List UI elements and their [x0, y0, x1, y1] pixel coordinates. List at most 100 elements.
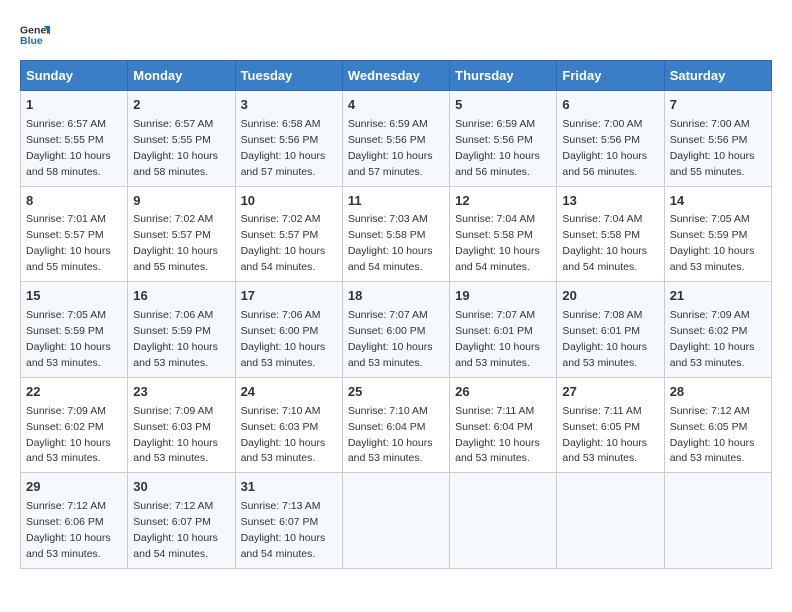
sunrise-info: Sunrise: 7:00 AM: [670, 118, 750, 130]
day-number: 8: [26, 192, 122, 211]
sunset-info: Sunset: 5:55 PM: [26, 134, 104, 146]
daylight-info: Daylight: 10 hours and 56 minutes.: [562, 150, 647, 178]
day-number: 23: [133, 383, 229, 402]
sunrise-info: Sunrise: 7:08 AM: [562, 309, 642, 321]
calendar-cell: 11Sunrise: 7:03 AMSunset: 5:58 PMDayligh…: [342, 186, 449, 282]
sunrise-info: Sunrise: 7:01 AM: [26, 213, 106, 225]
day-number: 1: [26, 96, 122, 115]
sunset-info: Sunset: 6:03 PM: [133, 421, 211, 433]
sunset-info: Sunset: 6:02 PM: [26, 421, 104, 433]
day-number: 7: [670, 96, 766, 115]
calendar-cell: [342, 473, 449, 569]
calendar-cell: 10Sunrise: 7:02 AMSunset: 5:57 PMDayligh…: [235, 186, 342, 282]
calendar-cell: 20Sunrise: 7:08 AMSunset: 6:01 PMDayligh…: [557, 282, 664, 378]
sunset-info: Sunset: 5:56 PM: [670, 134, 748, 146]
sunrise-info: Sunrise: 7:02 AM: [241, 213, 321, 225]
weekday-header-saturday: Saturday: [664, 61, 771, 91]
calendar-cell: [664, 473, 771, 569]
sunrise-info: Sunrise: 6:58 AM: [241, 118, 321, 130]
day-number: 27: [562, 383, 658, 402]
sunrise-info: Sunrise: 7:09 AM: [133, 405, 213, 417]
day-number: 19: [455, 287, 551, 306]
sunset-info: Sunset: 6:00 PM: [241, 325, 319, 337]
calendar-cell: 18Sunrise: 7:07 AMSunset: 6:00 PMDayligh…: [342, 282, 449, 378]
sunrise-info: Sunrise: 7:02 AM: [133, 213, 213, 225]
sunset-info: Sunset: 6:00 PM: [348, 325, 426, 337]
day-number: 18: [348, 287, 444, 306]
sunrise-info: Sunrise: 7:03 AM: [348, 213, 428, 225]
day-number: 31: [241, 478, 337, 497]
calendar-cell: 8Sunrise: 7:01 AMSunset: 5:57 PMDaylight…: [21, 186, 128, 282]
daylight-info: Daylight: 10 hours and 55 minutes.: [670, 150, 755, 178]
calendar-cell: 29Sunrise: 7:12 AMSunset: 6:06 PMDayligh…: [21, 473, 128, 569]
calendar-cell: 28Sunrise: 7:12 AMSunset: 6:05 PMDayligh…: [664, 377, 771, 473]
page-header: General Blue: [20, 20, 772, 50]
calendar-cell: 27Sunrise: 7:11 AMSunset: 6:05 PMDayligh…: [557, 377, 664, 473]
sunset-info: Sunset: 6:03 PM: [241, 421, 319, 433]
calendar-cell: 21Sunrise: 7:09 AMSunset: 6:02 PMDayligh…: [664, 282, 771, 378]
sunset-info: Sunset: 6:07 PM: [241, 516, 319, 528]
sunrise-info: Sunrise: 7:05 AM: [26, 309, 106, 321]
day-number: 13: [562, 192, 658, 211]
calendar-cell: 25Sunrise: 7:10 AMSunset: 6:04 PMDayligh…: [342, 377, 449, 473]
daylight-info: Daylight: 10 hours and 58 minutes.: [133, 150, 218, 178]
day-number: 9: [133, 192, 229, 211]
calendar-table: SundayMondayTuesdayWednesdayThursdayFrid…: [20, 60, 772, 569]
calendar-cell: 5Sunrise: 6:59 AMSunset: 5:56 PMDaylight…: [450, 91, 557, 187]
sunrise-info: Sunrise: 7:05 AM: [670, 213, 750, 225]
daylight-info: Daylight: 10 hours and 54 minutes.: [133, 532, 218, 560]
day-number: 29: [26, 478, 122, 497]
sunset-info: Sunset: 5:59 PM: [26, 325, 104, 337]
sunrise-info: Sunrise: 7:06 AM: [133, 309, 213, 321]
sunrise-info: Sunrise: 7:07 AM: [348, 309, 428, 321]
calendar-cell: 24Sunrise: 7:10 AMSunset: 6:03 PMDayligh…: [235, 377, 342, 473]
weekday-header-monday: Monday: [128, 61, 235, 91]
calendar-cell: 26Sunrise: 7:11 AMSunset: 6:04 PMDayligh…: [450, 377, 557, 473]
day-number: 3: [241, 96, 337, 115]
daylight-info: Daylight: 10 hours and 53 minutes.: [26, 341, 111, 369]
calendar-week-row: 29Sunrise: 7:12 AMSunset: 6:06 PMDayligh…: [21, 473, 772, 569]
calendar-cell: 9Sunrise: 7:02 AMSunset: 5:57 PMDaylight…: [128, 186, 235, 282]
weekday-header-friday: Friday: [557, 61, 664, 91]
daylight-info: Daylight: 10 hours and 53 minutes.: [670, 341, 755, 369]
daylight-info: Daylight: 10 hours and 54 minutes.: [241, 532, 326, 560]
sunset-info: Sunset: 5:57 PM: [241, 229, 319, 241]
sunset-info: Sunset: 6:06 PM: [26, 516, 104, 528]
daylight-info: Daylight: 10 hours and 54 minutes.: [348, 245, 433, 273]
sunset-info: Sunset: 6:07 PM: [133, 516, 211, 528]
sunset-info: Sunset: 6:05 PM: [562, 421, 640, 433]
sunset-info: Sunset: 6:04 PM: [348, 421, 426, 433]
calendar-cell: [557, 473, 664, 569]
sunrise-info: Sunrise: 6:59 AM: [348, 118, 428, 130]
daylight-info: Daylight: 10 hours and 54 minutes.: [241, 245, 326, 273]
sunset-info: Sunset: 5:58 PM: [455, 229, 533, 241]
day-number: 4: [348, 96, 444, 115]
calendar-header: SundayMondayTuesdayWednesdayThursdayFrid…: [21, 61, 772, 91]
calendar-week-row: 1 Sunrise: 6:57 AM Sunset: 5:55 PM Daylight…: [21, 91, 772, 187]
daylight-info: Daylight: 10 hours and 55 minutes.: [133, 245, 218, 273]
calendar-body: 1 Sunrise: 6:57 AM Sunset: 5:55 PM Daylight…: [21, 91, 772, 569]
sunset-info: Sunset: 5:59 PM: [670, 229, 748, 241]
calendar-week-row: 15Sunrise: 7:05 AMSunset: 5:59 PMDayligh…: [21, 282, 772, 378]
calendar-cell: 19Sunrise: 7:07 AMSunset: 6:01 PMDayligh…: [450, 282, 557, 378]
daylight-info: Daylight: 10 hours and 53 minutes.: [133, 341, 218, 369]
logo: General Blue: [20, 20, 50, 50]
sunrise-info: Sunrise: 6:57 AM: [26, 118, 106, 130]
calendar-cell: 17Sunrise: 7:06 AMSunset: 6:00 PMDayligh…: [235, 282, 342, 378]
daylight-info: Daylight: 10 hours and 57 minutes.: [241, 150, 326, 178]
sunrise-info: Sunrise: 7:09 AM: [670, 309, 750, 321]
calendar-cell: 1Sunrise: 6:57 AMSunset: 5:55 PMDaylight…: [21, 91, 128, 187]
day-number: 26: [455, 383, 551, 402]
daylight-info: Daylight: 10 hours and 53 minutes.: [26, 532, 111, 560]
day-number: 2: [133, 96, 229, 115]
calendar-cell: 22Sunrise: 7:09 AMSunset: 6:02 PMDayligh…: [21, 377, 128, 473]
daylight-info: Daylight: 10 hours and 53 minutes.: [348, 437, 433, 465]
calendar-week-row: 8 Sunrise: 7:01 AM Sunset: 5:57 PM Daylight…: [21, 186, 772, 282]
calendar-cell: 3Sunrise: 6:58 AMSunset: 5:56 PMDaylight…: [235, 91, 342, 187]
calendar-cell: 6Sunrise: 7:00 AMSunset: 5:56 PMDaylight…: [557, 91, 664, 187]
day-number: 28: [670, 383, 766, 402]
day-number: 25: [348, 383, 444, 402]
day-number: 30: [133, 478, 229, 497]
calendar-cell: 2Sunrise: 6:57 AMSunset: 5:55 PMDaylight…: [128, 91, 235, 187]
calendar-cell: 30Sunrise: 7:12 AMSunset: 6:07 PMDayligh…: [128, 473, 235, 569]
